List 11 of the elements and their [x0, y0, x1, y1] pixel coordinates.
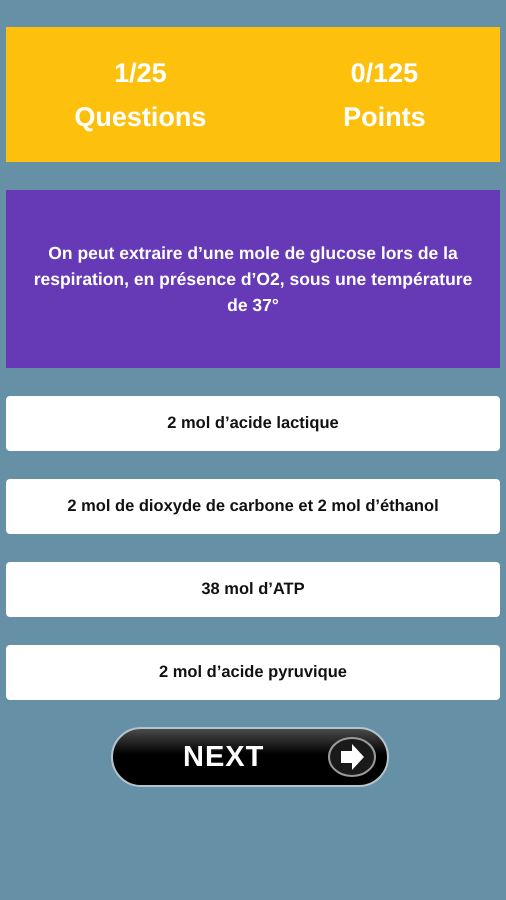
points-label: Points: [343, 100, 426, 134]
answer-option[interactable]: 2 mol d’acide pyruvique: [6, 645, 500, 700]
answer-option[interactable]: 2 mol de dioxyde de carbone et 2 mol d’éthanol: [6, 479, 500, 534]
question-count: 1/25: [114, 56, 167, 90]
answer-option[interactable]: 38 mol d’ATP: [6, 562, 500, 617]
points-count: 0/125: [350, 56, 418, 90]
questions-label: Questions: [74, 100, 206, 134]
answer-option[interactable]: 2 mol d’acide lactique: [6, 396, 500, 451]
arrow-right-icon: [327, 736, 377, 778]
next-button[interactable]: NEXT: [111, 727, 389, 787]
question-text: On peut extraire d’une mole de glucose lors de la respiration, en présence d’O2, sous une température de 37°: [32, 242, 474, 317]
